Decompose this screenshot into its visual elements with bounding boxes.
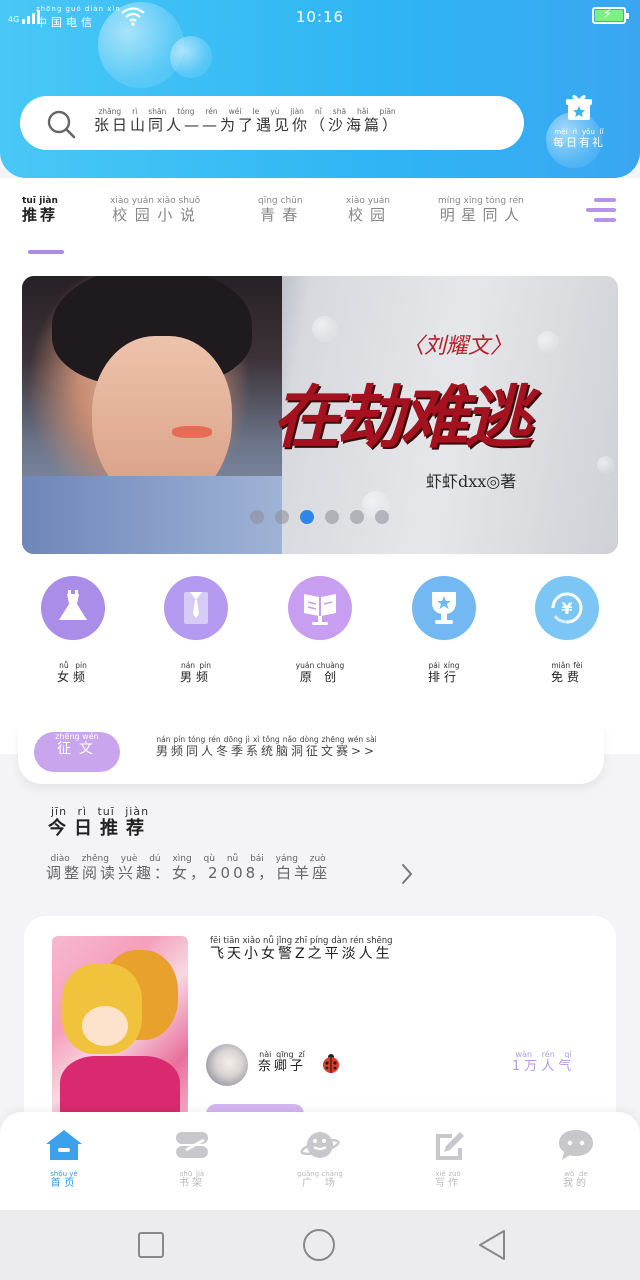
avatar[interactable] <box>206 1044 248 1086</box>
carousel-dot[interactable] <box>275 510 289 524</box>
author-name[interactable]: 奈卿子nài qīng zǐ <box>258 1050 306 1074</box>
tab-write[interactable]: 写作xiě zuò <box>408 1128 488 1189</box>
category-menu-icon[interactable] <box>586 194 622 228</box>
home-icon <box>44 1128 84 1162</box>
daily-gift-button[interactable]: 每日有礼měi rì yǒu lǐ <box>544 92 614 150</box>
clock: 10:16 <box>295 8 345 26</box>
tab-home[interactable]: 首页shǒu yè <box>24 1128 104 1189</box>
quick-link-male[interactable]: 男频nán pín <box>156 576 236 685</box>
quick-link-female[interactable]: 女频nǚ pín <box>33 576 113 685</box>
contest-pill[interactable]: 征文zhēng wén <box>34 732 120 772</box>
banner-byline: 虾虾dxx◎著 <box>426 472 517 491</box>
app-header: 4G zhōng guó diàn xìn 中国电信 10:16 ⚡ 张日山同人… <box>0 0 640 178</box>
banner-author-tag: 〈刘耀文〉 <box>402 334 513 359</box>
ladybug-icon <box>323 1054 339 1073</box>
quick-link-free[interactable]: ¥ 免费miǎn fèi <box>527 576 607 685</box>
search-placeholder: 张日山同人——为了遇见你（沙海篇）zhāng rì shān tóng rén … <box>94 107 401 134</box>
pen-icon <box>428 1128 468 1162</box>
decor-bubble <box>170 36 212 78</box>
decor-bubble <box>537 331 559 353</box>
svg-text:¥: ¥ <box>561 599 572 618</box>
section-title: 今日推荐jīn rì tuī jiàn <box>48 805 152 839</box>
decor-bubble <box>597 456 615 474</box>
active-tab-indicator <box>28 250 64 254</box>
status-bar: 4G zhōng guó diàn xìn 中国电信 10:16 ⚡ <box>0 0 640 34</box>
tab-recommend[interactable]: 推荐tuī jiàn <box>22 196 58 225</box>
book-title[interactable]: 飞天小女警Z之平淡人生fēi tiān xiǎo nǚ jǐng zhī pín… <box>210 936 393 963</box>
adjust-interest-link[interactable]: 调整阅读兴趣：女，2008，白羊座diào zhěng yuè dú xìng … <box>46 854 330 883</box>
home-nav-icon[interactable] <box>302 1228 336 1262</box>
contest-notice[interactable]: 征文zhēng wén 男频同人冬季系统脑洞征文赛>>nán pín tóng … <box>18 724 604 784</box>
gift-icon <box>566 95 592 120</box>
back-icon[interactable] <box>476 1228 508 1262</box>
carousel-dot[interactable] <box>350 510 364 524</box>
bookshelf-icon <box>172 1128 212 1162</box>
quick-link-ranking[interactable]: 排行pái xíng <box>404 576 484 685</box>
book-stand-icon <box>288 576 352 640</box>
bottom-tab-bar: 首页shǒu yè 书架shū jià 广场guǎng chǎng 写作xiě … <box>0 1112 640 1210</box>
yuan-coin-icon: ¥ <box>535 576 599 640</box>
planet-icon <box>300 1128 340 1162</box>
category-tabs: 推荐tuī jiàn 校园小说xiào yuán xiǎo shuō 青春qīn… <box>0 178 640 264</box>
tab-plaza[interactable]: 广场guǎng chǎng <box>280 1128 360 1189</box>
chevron-right-icon[interactable] <box>400 862 414 886</box>
quick-link-original[interactable]: 原创yuán chuàng <box>280 576 360 685</box>
search-icon <box>47 110 76 139</box>
carousel-dot-active[interactable] <box>300 510 314 524</box>
banner-portrait <box>22 276 282 554</box>
decor-bubble <box>312 316 338 342</box>
tab-campus[interactable]: 校园xiào yuán <box>346 196 390 225</box>
tab-campus-novel[interactable]: 校园小说xiào yuán xiǎo shuō <box>110 196 200 225</box>
trophy-icon <box>412 576 476 640</box>
carousel-dot[interactable] <box>325 510 339 524</box>
tab-star-fanfic[interactable]: 明星同人míng xīng tóng rén <box>438 196 524 225</box>
featured-section: 〈刘耀文〉 在劫难逃 虾虾dxx◎著 女频nǚ pín 男频nán pín 原创… <box>0 264 640 784</box>
tab-youth[interactable]: 青春qīng chūn <box>258 196 303 225</box>
carousel-dot[interactable] <box>375 510 389 524</box>
banner-carousel[interactable]: 〈刘耀文〉 在劫难逃 虾虾dxx◎著 <box>22 276 618 554</box>
book-cover[interactable] <box>52 936 188 1136</box>
contest-link[interactable]: 男频同人冬季系统脑洞征文赛>>nán pín tóng rén dōng jì … <box>156 735 377 759</box>
popularity-count: 1万人气wàn rén qì <box>512 1050 576 1074</box>
carousel-dots <box>250 510 389 524</box>
recent-apps-icon[interactable] <box>136 1230 166 1260</box>
battery-icon: ⚡ <box>592 7 629 24</box>
carousel-dot[interactable] <box>250 510 264 524</box>
system-nav-bar <box>0 1210 640 1280</box>
tab-bookshelf[interactable]: 书架shū jià <box>152 1128 232 1189</box>
banner-title: 在劫难逃 <box>272 378 532 458</box>
search-bar[interactable]: 张日山同人——为了遇见你（沙海篇）zhāng rì shān tóng rén … <box>20 96 524 150</box>
shirt-icon <box>164 576 228 640</box>
dress-icon <box>41 576 105 640</box>
chat-bubble-icon <box>556 1128 596 1162</box>
tab-mine[interactable]: 我的wǒ de <box>536 1128 616 1189</box>
